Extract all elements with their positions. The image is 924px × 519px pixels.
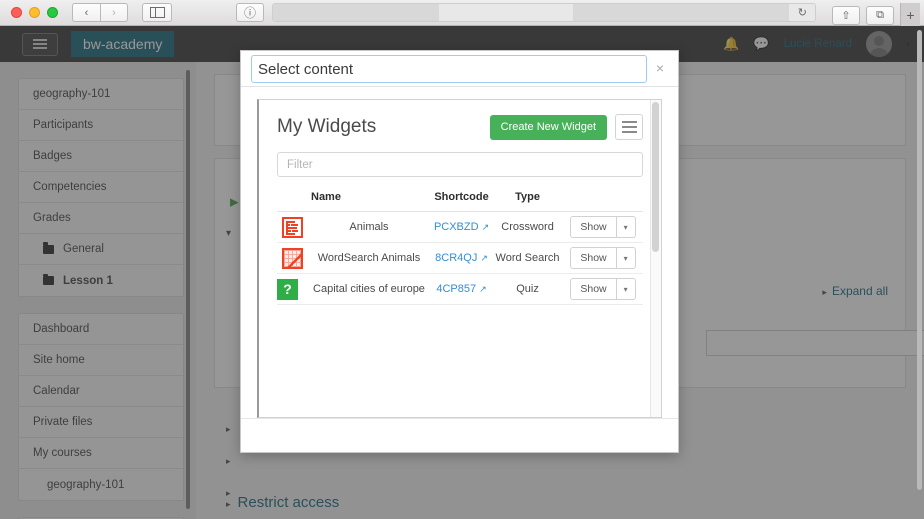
widget-icon-cell: ? xyxy=(277,273,307,305)
sidebar-scrollbar[interactable] xyxy=(186,70,190,509)
wordsearch-icon xyxy=(281,247,303,269)
show-dropdown-button[interactable]: ▾ xyxy=(616,216,636,238)
modal-body: My Widgets Create New Widget Filter Name… xyxy=(241,87,678,418)
external-link-icon[interactable]: ↗ xyxy=(480,253,488,264)
widget-shortcode-cell: 4CP857 ↗ xyxy=(430,273,493,305)
widget-icon-cell xyxy=(277,242,307,274)
modal-footer xyxy=(241,418,678,452)
address-bar[interactable]: ↻ xyxy=(272,3,816,22)
widgets-table-body: Animals PCXBZD ↗ Crossword Show ▾ WordSearch A… xyxy=(277,211,643,305)
show-button-group: Show ▾ xyxy=(570,247,636,269)
widgets-panel: My Widgets Create New Widget Filter Name… xyxy=(259,100,661,305)
widget-icon-cell xyxy=(277,211,307,243)
widget-actions-cell: Show ▾ xyxy=(563,273,643,305)
tabs-icon: ⧉ xyxy=(876,8,884,21)
widgets-table: Name Shortcode Type Animals PCXBZD ↗ Crossw… xyxy=(277,191,643,305)
table-header-row: Name Shortcode Type xyxy=(277,191,643,212)
show-button[interactable]: Show xyxy=(570,247,617,269)
reload-icon[interactable]: ↻ xyxy=(798,6,807,19)
close-window-button[interactable] xyxy=(11,7,22,18)
widget-type: Crossword xyxy=(492,211,563,243)
shortcode-link[interactable]: 8CR4QJ xyxy=(435,252,477,264)
widget-name: WordSearch Animals xyxy=(307,242,431,274)
column-shortcode: Shortcode xyxy=(430,191,493,212)
browser-toolbar: ‹ › ⓘ ↻ ⇧ ⧉ + xyxy=(0,0,924,27)
quiz-icon: ? xyxy=(277,278,298,300)
widget-actions-cell: Show ▾ xyxy=(563,211,643,243)
page-scrollbar[interactable] xyxy=(917,30,922,490)
column-actions xyxy=(563,191,643,212)
iframe-scrollbar-thumb[interactable] xyxy=(652,102,659,252)
minimize-window-button[interactable] xyxy=(29,7,40,18)
column-icon xyxy=(277,191,307,212)
select-content-modal: Select content × My Widgets Create New W… xyxy=(240,50,679,453)
app-root: ‹ › ⓘ ↻ ⇧ ⧉ + bw-acad xyxy=(0,0,924,519)
forward-icon: › xyxy=(112,6,116,19)
window-traffic-lights xyxy=(11,7,58,18)
external-link-icon[interactable]: ↗ xyxy=(482,222,490,233)
show-button-group: Show ▾ xyxy=(570,216,636,238)
tab-overview-button[interactable]: ⧉ xyxy=(866,5,894,25)
show-dropdown-button[interactable]: ▾ xyxy=(616,247,636,269)
show-button[interactable]: Show xyxy=(570,216,617,238)
share-button[interactable]: ⇧ xyxy=(832,5,860,25)
modal-title: Select content xyxy=(258,60,354,78)
sidebar-toggle-button[interactable] xyxy=(142,3,172,22)
table-row[interactable]: ? Capital cities of europe 4CP857 ↗ Quiz Show… xyxy=(277,273,643,305)
widget-actions-cell: Show ▾ xyxy=(563,242,643,274)
shield-icon: ⓘ xyxy=(243,6,256,20)
widget-name: Animals xyxy=(307,211,431,243)
external-link-icon[interactable]: ↗ xyxy=(479,284,487,295)
nav-buttons: ‹ › xyxy=(72,3,128,22)
widget-picker-iframe: My Widgets Create New Widget Filter Name… xyxy=(257,99,662,418)
create-new-widget-button[interactable]: Create New Widget xyxy=(489,114,607,140)
address-bar-area: ⓘ ↻ xyxy=(236,3,816,22)
column-name: Name xyxy=(307,191,431,212)
filter-input[interactable] xyxy=(277,152,643,177)
plus-icon: + xyxy=(906,7,915,23)
site-info-button[interactable]: ⓘ xyxy=(236,3,264,22)
table-row[interactable]: WordSearch Animals 8CR4QJ ↗ Word Search Show… xyxy=(277,242,643,274)
show-dropdown-button[interactable]: ▾ xyxy=(616,278,636,300)
column-type: Type xyxy=(492,191,563,212)
table-row[interactable]: Animals PCXBZD ↗ Crossword Show ▾ xyxy=(277,211,643,243)
widgets-menu-button[interactable] xyxy=(615,114,643,140)
widget-name: Capital cities of europe xyxy=(307,273,431,305)
hamburger-icon xyxy=(621,120,637,134)
back-icon: ‹ xyxy=(84,6,89,19)
crossword-icon xyxy=(281,216,303,238)
widgets-table-head: Name Shortcode Type xyxy=(277,191,643,212)
browser-right-buttons: ⇧ ⧉ + xyxy=(832,3,920,27)
widget-shortcode-cell: PCXBZD ↗ xyxy=(430,211,493,243)
share-icon: ⇧ xyxy=(841,9,851,22)
new-tab-button[interactable]: + xyxy=(900,3,920,27)
sidebar-toggle-icon xyxy=(149,7,165,18)
back-button[interactable]: ‹ xyxy=(72,3,100,22)
modal-title-focus-ring: Select content xyxy=(251,55,647,83)
show-button[interactable]: Show xyxy=(570,278,617,300)
close-icon[interactable]: × xyxy=(656,60,664,76)
shortcode-link[interactable]: 4CP857 xyxy=(436,283,476,295)
modal-header: Select content × xyxy=(241,51,678,87)
show-button-group: Show ▾ xyxy=(570,278,636,300)
maximize-window-button[interactable] xyxy=(47,7,58,18)
widgets-panel-header: My Widgets Create New Widget xyxy=(277,114,643,140)
widget-type: Word Search xyxy=(492,242,563,274)
forward-button[interactable]: › xyxy=(100,3,128,22)
shortcode-link[interactable]: PCXBZD xyxy=(434,221,479,233)
widget-shortcode-cell: 8CR4QJ ↗ xyxy=(430,242,493,274)
iframe-scrollbar[interactable] xyxy=(650,100,661,417)
widget-type: Quiz xyxy=(492,273,563,305)
widgets-heading: My Widgets xyxy=(277,116,377,137)
